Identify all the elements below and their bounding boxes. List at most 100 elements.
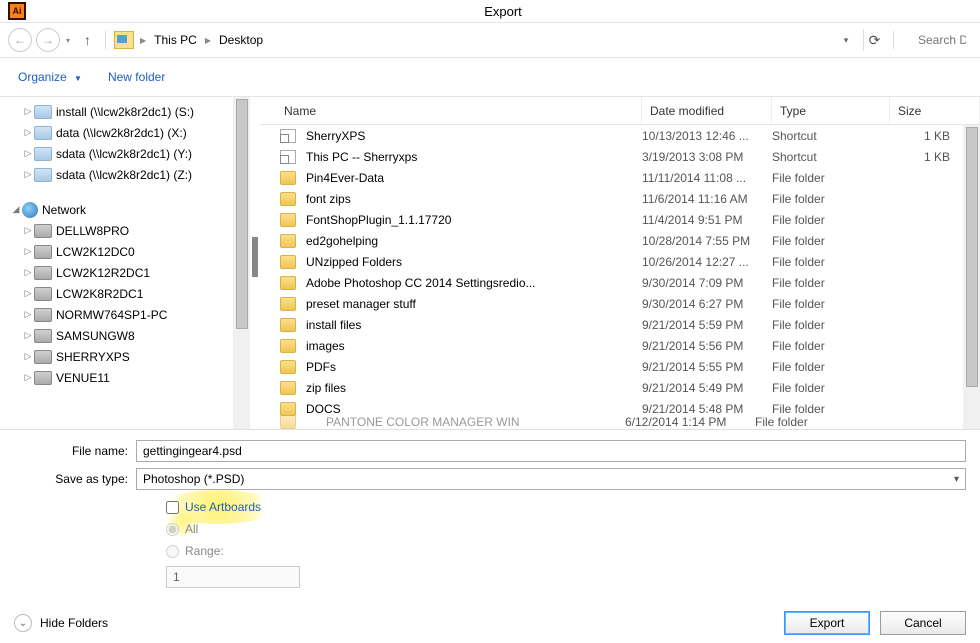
save-panel: File name: Save as type: Photoshop (*.PS…	[0, 429, 980, 598]
hide-folders-toggle[interactable]: ⌄ Hide Folders	[14, 614, 108, 632]
tree-computer[interactable]: ▷NORMW764SP1-PC	[10, 304, 250, 325]
crumb-this-pc[interactable]: This PC	[154, 33, 197, 47]
folder-icon	[280, 297, 296, 311]
table-row[interactable]: FontShopPlugin_1.1.1772011/4/2014 9:51 P…	[260, 209, 980, 230]
file-date: 9/21/2014 5:48 PM	[642, 402, 772, 416]
expand-icon[interactable]: ▷	[22, 127, 34, 138]
use-artboards-label[interactable]: Use Artboards	[185, 500, 261, 514]
new-folder-button[interactable]: New folder	[108, 70, 165, 84]
tree-network[interactable]: ◢ Network	[10, 199, 250, 220]
table-row-partial[interactable]: PANTONE COLOR MANAGER WIN 6/12/2014 1:14…	[280, 415, 963, 429]
tree-item-label: VENUE11	[56, 371, 110, 385]
expand-icon[interactable]: ▷	[22, 169, 34, 180]
table-row[interactable]: preset manager stuff9/30/2014 6:27 PMFil…	[260, 293, 980, 314]
back-button[interactable]: ←	[8, 28, 32, 52]
breadcrumb[interactable]: ▶ This PC ▶ Desktop	[114, 28, 835, 52]
col-size[interactable]: Size	[890, 97, 980, 124]
export-button[interactable]: Export	[784, 611, 870, 635]
file-date: 10/28/2014 7:55 PM	[642, 234, 772, 248]
expand-icon[interactable]: ▷	[22, 148, 34, 159]
splitter[interactable]	[250, 97, 260, 429]
expand-icon[interactable]: ▷	[22, 106, 34, 117]
scrollbar-thumb[interactable]	[966, 127, 978, 387]
expand-icon[interactable]: ▷	[22, 351, 34, 362]
expand-icon[interactable]: ▷	[22, 267, 34, 278]
col-date[interactable]: Date modified	[642, 97, 772, 124]
tree-drive[interactable]: ▷sdata (\\lcw2k8r2dc1) (Z:)	[10, 164, 250, 185]
tree-computer[interactable]: ▷LCW2K8R2DC1	[10, 283, 250, 304]
table-row[interactable]: This PC -- Sherryxps3/19/2013 3:08 PMSho…	[260, 146, 980, 167]
table-row[interactable]: zip files9/21/2014 5:49 PMFile folder	[260, 377, 980, 398]
tree-drive[interactable]: ▷install (\\lcw2k8r2dc1) (S:)	[10, 101, 250, 122]
table-row[interactable]: Pin4Ever-Data11/11/2014 11:08 ...File fo…	[260, 167, 980, 188]
file-type: File folder	[755, 415, 873, 429]
expand-icon[interactable]: ▷	[22, 288, 34, 299]
separator	[893, 31, 894, 49]
file-date: 10/13/2013 12:46 ...	[642, 129, 772, 143]
chevron-right-icon[interactable]: ▶	[205, 36, 211, 45]
address-dropdown-icon[interactable]: ▾	[835, 35, 857, 46]
tree-computer[interactable]: ▷ SHERRYXPS	[10, 346, 250, 367]
tree-scrollbar[interactable]	[233, 97, 250, 429]
splitter-grip[interactable]	[252, 237, 258, 277]
tree-computer[interactable]: ▷ VENUE11	[10, 367, 250, 388]
file-date: 9/21/2014 5:55 PM	[642, 360, 772, 374]
refresh-button[interactable]: ⟳	[863, 29, 885, 51]
tree-computer[interactable]: ▷LCW2K12DC0	[10, 241, 250, 262]
file-date: 6/12/2014 1:14 PM	[625, 415, 755, 429]
tree-computer[interactable]: ▷DELLW8PRO	[10, 220, 250, 241]
file-name: images	[306, 339, 345, 353]
file-scrollbar[interactable]	[963, 125, 980, 429]
tree-computer[interactable]: ▷SAMSUNGW8	[10, 325, 250, 346]
folder-icon	[280, 234, 296, 248]
computer-icon	[34, 350, 52, 364]
tree-item-label: data (\\lcw2k8r2dc1) (X:)	[56, 126, 187, 140]
table-row[interactable]: font zips11/6/2014 11:16 AMFile folder	[260, 188, 980, 209]
drive-icon	[34, 168, 52, 182]
drive-icon	[34, 147, 52, 161]
table-row[interactable]: SherryXPS10/13/2013 12:46 ...Shortcut1 K…	[260, 125, 980, 146]
forward-button[interactable]: →	[36, 28, 60, 52]
file-type: File folder	[772, 297, 890, 311]
expand-icon[interactable]: ▷	[22, 330, 34, 341]
collapse-icon[interactable]: ◢	[10, 204, 22, 215]
expand-icon[interactable]: ▷	[22, 225, 34, 236]
col-name[interactable]: Name	[260, 97, 642, 124]
organize-menu[interactable]: Organize ▼	[18, 70, 82, 84]
forward-icon: →	[42, 33, 54, 47]
file-name: UNzipped Folders	[306, 255, 402, 269]
computer-icon	[34, 287, 52, 301]
table-row[interactable]: PDFs9/21/2014 5:55 PMFile folder	[260, 356, 980, 377]
filename-input[interactable]	[136, 440, 966, 462]
file-type: File folder	[772, 171, 890, 185]
col-type[interactable]: Type	[772, 97, 890, 124]
expand-icon[interactable]: ▷	[22, 309, 34, 320]
up-button[interactable]: ↑	[84, 32, 91, 48]
chevron-right-icon[interactable]: ▶	[140, 36, 146, 45]
file-date: 9/30/2014 7:09 PM	[642, 276, 772, 290]
saveas-type-combo[interactable]: Photoshop (*.PSD)	[136, 468, 966, 490]
scrollbar-thumb[interactable]	[236, 99, 248, 329]
table-row[interactable]: Adobe Photoshop CC 2014 Settingsredio...…	[260, 272, 980, 293]
range-input	[166, 566, 300, 588]
toolbar: Organize ▼ New folder	[0, 58, 980, 96]
expand-icon[interactable]: ▷	[22, 372, 34, 383]
main-area: ▷install (\\lcw2k8r2dc1) (S:)▷data (\\lc…	[0, 96, 980, 429]
table-row[interactable]: UNzipped Folders10/26/2014 12:27 ...File…	[260, 251, 980, 272]
cancel-button[interactable]: Cancel	[880, 611, 966, 635]
table-row[interactable]: ed2gohelping10/28/2014 7:55 PMFile folde…	[260, 230, 980, 251]
use-artboards-checkbox[interactable]	[166, 501, 179, 514]
expand-icon[interactable]: ▷	[22, 246, 34, 257]
table-row[interactable]: install files9/21/2014 5:59 PMFile folde…	[260, 314, 980, 335]
nav-tree[interactable]: ▷install (\\lcw2k8r2dc1) (S:)▷data (\\lc…	[0, 97, 250, 429]
crumb-desktop[interactable]: Desktop	[219, 33, 263, 47]
column-headers[interactable]: Name Date modified Type Size	[260, 97, 980, 125]
table-row[interactable]: images9/21/2014 5:56 PMFile folder	[260, 335, 980, 356]
search-input[interactable]	[912, 29, 972, 51]
tree-drive[interactable]: ▷ data (\\lcw2k8r2dc1) (X:)	[10, 122, 250, 143]
file-list[interactable]: Name Date modified Type Size SherryXPS10…	[260, 97, 980, 429]
tree-drive[interactable]: ▷sdata (\\lcw2k8r2dc1) (Y:)	[10, 143, 250, 164]
tree-item-label: SHERRYXPS	[56, 350, 130, 364]
history-dropdown-icon[interactable]: ▾	[66, 36, 70, 45]
tree-computer[interactable]: ▷LCW2K12R2DC1	[10, 262, 250, 283]
